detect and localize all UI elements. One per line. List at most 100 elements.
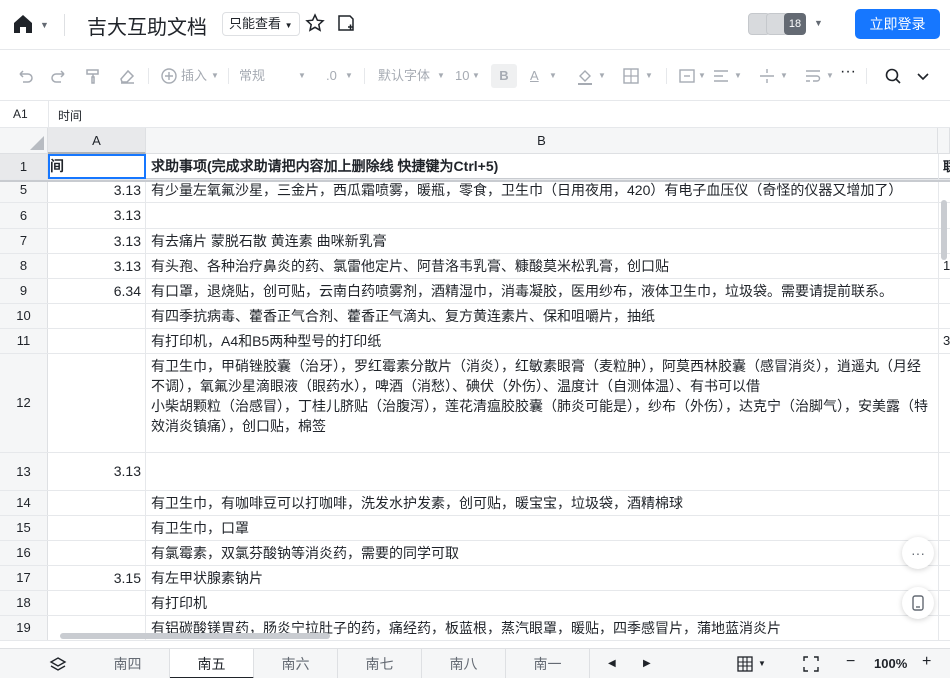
cell-c[interactable]: [938, 491, 950, 515]
sheet-tab[interactable]: 南七: [338, 649, 422, 678]
cell-a[interactable]: [48, 516, 146, 540]
row-number[interactable]: 7: [0, 229, 48, 253]
row-number[interactable]: 18: [0, 591, 48, 615]
sheet-tab[interactable]: 南八: [422, 649, 506, 678]
chevron-down-icon[interactable]: ▼: [758, 659, 766, 668]
chevron-down-icon[interactable]: ▼: [40, 20, 49, 30]
eraser-icon[interactable]: [118, 67, 136, 85]
column-header-a[interactable]: A: [48, 128, 146, 154]
font-size-dropdown[interactable]: 10: [455, 67, 469, 85]
row-number[interactable]: 10: [0, 304, 48, 328]
cell-c[interactable]: [938, 516, 950, 540]
row-number[interactable]: 19: [0, 616, 48, 640]
number-format-dropdown[interactable]: 常规: [239, 67, 265, 85]
formula-content[interactable]: 时间: [58, 107, 82, 124]
grid-view-icon[interactable]: [737, 656, 753, 672]
add-to-folder-icon[interactable]: [336, 13, 356, 33]
cell-a[interactable]: 3.13: [48, 203, 146, 228]
align-left-icon[interactable]: [712, 67, 730, 85]
cell-b[interactable]: 有去痛片 蒙脱石散 黄连素 曲咪新乳膏: [146, 229, 938, 253]
spreadsheet-grid[interactable]: A B 1时间求助事项(完成求助请把内容加上删除线 快捷键为Ctrl+5)联53…: [0, 128, 950, 648]
vertical-align-icon[interactable]: [758, 67, 776, 85]
cell-b[interactable]: 有头孢、各种治疗鼻炎的药、氯雷他定片、阿昔洛韦乳膏、糠酸莫米松乳膏，创口贴: [146, 254, 938, 278]
decimal-button[interactable]: .0: [326, 67, 337, 85]
cell-b[interactable]: 有打印机: [146, 591, 938, 615]
format-painter-icon[interactable]: [84, 67, 102, 85]
cell-b[interactable]: [146, 203, 938, 228]
more-options-floating-button[interactable]: ···: [902, 537, 934, 569]
scroll-tabs-right-icon[interactable]: ▶: [643, 658, 651, 669]
cell-a[interactable]: 时间: [48, 154, 146, 179]
row-number[interactable]: 15: [0, 516, 48, 540]
plus-circle-icon[interactable]: [160, 67, 178, 85]
cell-b[interactable]: 有卫生巾，口罩: [146, 516, 938, 540]
row-number[interactable]: 16: [0, 541, 48, 565]
cell-c[interactable]: [938, 591, 950, 615]
cell-b[interactable]: [146, 453, 938, 490]
cell-b[interactable]: 有打印机，A4和B5两种型号的打印纸: [146, 329, 938, 353]
insert-menu[interactable]: 插入: [181, 67, 207, 85]
cell-c[interactable]: [938, 453, 950, 490]
chevron-down-icon[interactable]: ▼: [814, 18, 823, 28]
cell-b[interactable]: 有卫生巾，有咖啡豆可以打咖啡，洗发水护发素，创可贴，暖宝宝，垃圾袋，酒精棉球: [146, 491, 938, 515]
cell-c[interactable]: [938, 354, 950, 452]
sheet-tab[interactable]: 南六: [254, 649, 338, 678]
view-mode-dropdown[interactable]: 只能查看 ▼: [222, 12, 300, 36]
horizontal-scrollbar[interactable]: [60, 633, 330, 639]
fill-color-icon[interactable]: [576, 67, 594, 85]
cell-a[interactable]: [48, 329, 146, 353]
border-icon[interactable]: [622, 67, 640, 85]
bold-button[interactable]: B: [491, 64, 517, 88]
column-header-b[interactable]: B: [146, 128, 938, 154]
vertical-scrollbar[interactable]: [941, 200, 947, 260]
zoom-level[interactable]: 100%: [874, 656, 907, 671]
row-number[interactable]: 17: [0, 566, 48, 590]
cell-c[interactable]: 联: [938, 154, 950, 179]
row-number[interactable]: 13: [0, 453, 48, 490]
cell-b[interactable]: 有卫生巾，甲硝锉胶囊（治牙），罗红霉素分散片（消炎），红敏素眼膏（麦粒肿），阿莫…: [146, 354, 938, 452]
login-button[interactable]: 立即登录: [855, 9, 940, 39]
merge-cells-icon[interactable]: [678, 67, 696, 85]
sheet-list-icon[interactable]: [49, 656, 67, 672]
row-number[interactable]: 14: [0, 491, 48, 515]
cell-c[interactable]: [938, 279, 950, 303]
cell-a[interactable]: 6.34: [48, 279, 146, 303]
font-family-dropdown[interactable]: 默认字体: [378, 67, 430, 85]
column-header-c[interactable]: [938, 128, 950, 154]
cell-a[interactable]: 3.15: [48, 566, 146, 590]
cell-c[interactable]: [938, 541, 950, 565]
cell-a[interactable]: 3.13: [48, 229, 146, 253]
cell-b[interactable]: 有口罩，退烧贴，创可贴，云南白药喷雾剂，酒精湿巾，消毒凝胶，医用纱布，液体卫生巾…: [146, 279, 938, 303]
row-number[interactable]: 1: [0, 154, 48, 179]
cell-a[interactable]: [48, 354, 146, 452]
sheet-tab[interactable]: 南五: [170, 649, 254, 678]
zoom-in-icon[interactable]: +: [922, 653, 931, 671]
cell-c[interactable]: [938, 304, 950, 328]
redo-icon[interactable]: [50, 67, 68, 85]
cell-c[interactable]: [938, 616, 950, 640]
row-number[interactable]: 8: [0, 254, 48, 278]
cell-reference[interactable]: A1: [13, 107, 28, 121]
cell-c[interactable]: 3: [938, 329, 950, 353]
wrap-text-icon[interactable]: [804, 67, 822, 85]
cell-a[interactable]: [48, 304, 146, 328]
cell-b[interactable]: 有氯霉素，双氯芬酸钠等消炎药，需要的同学可取: [146, 541, 938, 565]
font-color-button[interactable]: A: [530, 67, 539, 85]
chevron-down-icon[interactable]: [916, 67, 930, 85]
cell-a[interactable]: 3.13: [48, 453, 146, 490]
more-icon[interactable]: ···: [840, 63, 856, 81]
row-number[interactable]: 11: [0, 329, 48, 353]
cell-a[interactable]: 3.13: [48, 254, 146, 278]
row-number[interactable]: 6: [0, 203, 48, 228]
cell-b[interactable]: 求助事项(完成求助请把内容加上删除线 快捷键为Ctrl+5): [146, 154, 938, 179]
cell-c[interactable]: [938, 566, 950, 590]
search-icon[interactable]: [884, 67, 902, 85]
star-icon[interactable]: [305, 13, 325, 33]
cell-a[interactable]: [48, 591, 146, 615]
undo-icon[interactable]: [16, 67, 34, 85]
row-number[interactable]: 9: [0, 279, 48, 303]
fullscreen-icon[interactable]: [803, 656, 819, 672]
sheet-tab[interactable]: 南四: [86, 649, 170, 678]
home-icon[interactable]: [12, 13, 34, 35]
cell-b[interactable]: 有四季抗病毒、藿香正气合剂、藿香正气滴丸、复方黄连素片、保和咀嚼片，抽纸: [146, 304, 938, 328]
